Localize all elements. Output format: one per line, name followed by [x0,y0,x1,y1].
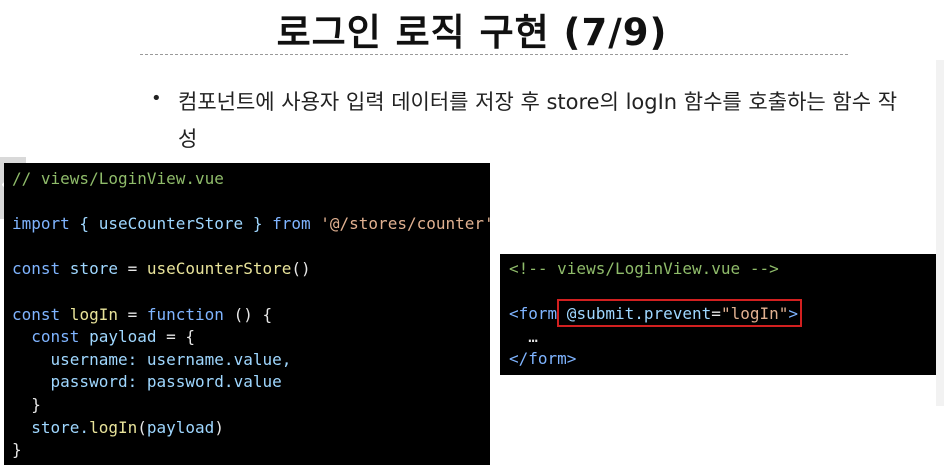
code-line: // views/LoginView.vue [12,169,224,188]
code-block-script: // views/LoginView.vue import { useCounte… [4,163,490,465]
highlight-box [557,299,802,327]
page-title: 로그인 로직 구현 (7/9) [276,11,668,54]
code-line: store.logIn(payload) [31,417,224,437]
title-divider [140,54,848,55]
code-line: const payload = { [31,327,196,347]
code-line: username: username.value, [12,349,292,369]
code-line: password: password.value [12,372,282,392]
code-line: } [12,394,41,414]
code-line: </form> [509,349,577,369]
code-line: … [509,326,538,346]
code-line: const logIn = function () { [12,304,273,324]
code-line: } [12,440,22,460]
code-line: import { useCounterStore } from '@/store… [12,214,490,234]
code-line: const store = useCounterStore() [12,259,311,279]
bullet-text: 컴포넌트에 사용자 입력 데이터를 저장 후 store의 logIn 함수를 … [178,90,898,151]
right-edge-panel [936,60,944,406]
code-line: <!-- views/LoginView.vue --> [509,259,779,278]
bullet-marker: • [151,88,162,109]
